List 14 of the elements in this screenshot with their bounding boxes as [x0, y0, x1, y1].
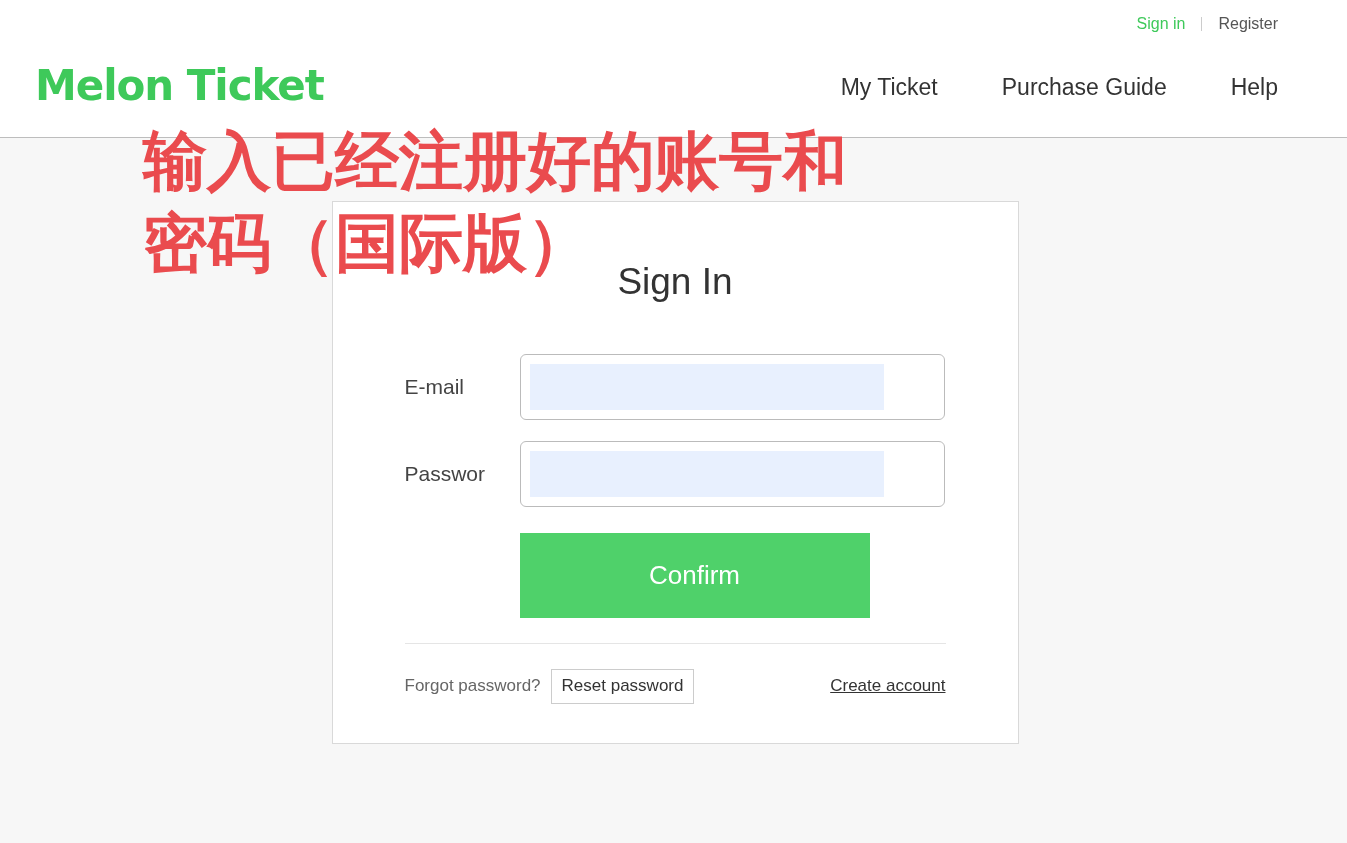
- annotation-text: 密码（国际版）: [143, 205, 591, 282]
- field-label: Passwor: [404, 460, 487, 487]
- create-account-link[interactable]: Create account: [830, 673, 946, 699]
- input-field[interactable]: [519, 353, 945, 420]
- nav-link[interactable]: My Ticket: [840, 70, 938, 105]
- sign-in-title: Sign In: [617, 260, 733, 304]
- nav-link[interactable]: Purchase Guide: [1001, 70, 1167, 105]
- forgot-password-text: Forgot password?: [404, 675, 541, 698]
- top-link[interactable]: Register: [1218, 12, 1278, 36]
- nav-link[interactable]: Help: [1230, 70, 1278, 105]
- field-label: E-mail: [404, 373, 465, 400]
- input-field[interactable]: [519, 440, 945, 507]
- annotation-text: 输入已经注册好的账号和: [143, 123, 847, 200]
- reset-password-button[interactable]: Reset password: [550, 668, 695, 704]
